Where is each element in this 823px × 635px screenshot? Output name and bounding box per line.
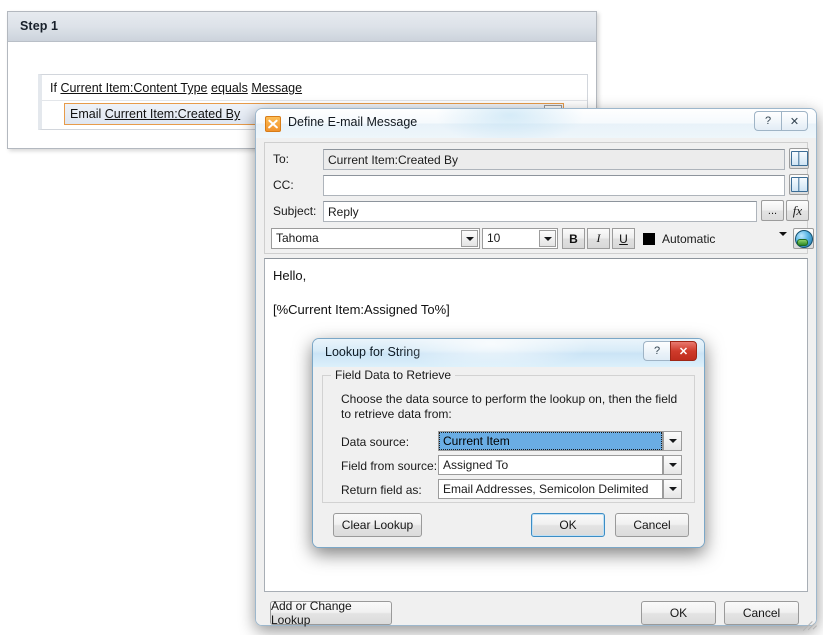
- subject-field[interactable]: Reply: [323, 201, 757, 222]
- condition-operator[interactable]: equals: [211, 81, 248, 95]
- data-source-label: Data source:: [341, 435, 410, 449]
- cc-row: CC:: [265, 173, 809, 199]
- font-family-value: Tahoma: [276, 231, 319, 245]
- condition-field[interactable]: Current Item:Content Type: [60, 81, 207, 95]
- condition-value[interactable]: Message: [251, 81, 302, 95]
- subject-browse-button[interactable]: ...: [761, 200, 784, 221]
- italic-icon: I: [596, 231, 601, 245]
- add-or-change-lookup-button[interactable]: Add or Change Lookup: [270, 599, 392, 627]
- close-icon[interactable]: ✕: [781, 111, 808, 131]
- font-family-combo[interactable]: Tahoma: [271, 228, 480, 249]
- cc-field[interactable]: [323, 175, 785, 196]
- email-header-area: To: Current Item:Created By CC: Subject:…: [264, 142, 814, 254]
- lookup-for-string-dialog: Lookup for String ? ✕ Field Data to Retr…: [312, 338, 705, 548]
- return-field-as-label: Return field as:: [341, 483, 422, 497]
- close-icon[interactable]: ✕: [670, 341, 697, 361]
- lookup-dialog-title: Lookup for String: [325, 345, 421, 359]
- underline-icon: U: [619, 231, 628, 246]
- email-ok-button[interactable]: OK: [641, 601, 716, 625]
- formatting-toolbar: Tahoma 10 B I U Automatic: [265, 227, 814, 253]
- cc-address-book-button[interactable]: [789, 174, 809, 195]
- font-size-combo[interactable]: 10: [482, 228, 558, 249]
- message-body-line-1: Hello,: [273, 268, 307, 283]
- email-dialog-titlebar[interactable]: Define E-mail Message ? ✕: [256, 109, 816, 138]
- lookup-dialog-caption-buttons: ? ✕: [643, 341, 697, 361]
- bold-button[interactable]: B: [562, 228, 585, 249]
- clear-lookup-button[interactable]: Clear Lookup: [333, 513, 422, 537]
- fx-icon: fx: [792, 202, 803, 218]
- to-row: To: Current Item:Created By: [265, 147, 809, 173]
- lookup-dialog-titlebar[interactable]: Lookup for String ? ✕: [313, 339, 704, 368]
- sharepoint-designer-icon: [265, 116, 281, 132]
- lookup-dialog-body: Field Data to Retrieve Choose the data s…: [313, 367, 704, 547]
- field-from-source-combo[interactable]: Assigned To: [438, 455, 663, 475]
- italic-button[interactable]: I: [587, 228, 610, 249]
- hyperlink-button[interactable]: [793, 228, 814, 249]
- subject-label: Subject:: [273, 204, 317, 218]
- lookup-cancel-button[interactable]: Cancel: [615, 513, 689, 537]
- field-data-to-retrieve-group: Field Data to Retrieve Choose the data s…: [322, 368, 695, 503]
- workflow-step-header: Step 1: [8, 12, 596, 42]
- lookup-ok-button[interactable]: OK: [531, 513, 605, 537]
- font-color-combo[interactable]: Automatic: [643, 228, 791, 250]
- email-dialog-title: Define E-mail Message: [288, 115, 418, 129]
- subject-formula-button[interactable]: fx: [786, 200, 809, 221]
- email-cancel-button[interactable]: Cancel: [724, 601, 799, 625]
- subject-row: Subject: Reply ... fx: [265, 199, 809, 225]
- to-field[interactable]: Current Item:Created By: [323, 149, 785, 170]
- font-size-value: 10: [487, 231, 501, 245]
- data-source-chevron-down-icon[interactable]: [663, 431, 682, 451]
- lookup-instructions: Choose the data source to perform the lo…: [341, 392, 678, 421]
- bold-icon: B: [569, 231, 578, 246]
- cc-label: CC:: [273, 178, 294, 192]
- chevron-down-icon[interactable]: [461, 230, 478, 247]
- return-field-as-chevron-down-icon[interactable]: [663, 479, 682, 499]
- step-title: Step 1: [20, 19, 59, 33]
- action-keyword: Email: [70, 107, 102, 121]
- help-icon[interactable]: ?: [754, 111, 781, 131]
- field-from-source-chevron-down-icon[interactable]: [663, 455, 682, 475]
- chevron-down-icon[interactable]: [779, 232, 787, 250]
- screen: Step 1 If Current Item:Content Type equa…: [0, 0, 823, 635]
- data-source-combo[interactable]: Current Item: [438, 431, 663, 451]
- message-body-line-2: [%Current Item:Assigned To%]: [273, 302, 450, 317]
- return-field-as-combo[interactable]: Email Addresses, Semicolon Delimited: [438, 479, 663, 499]
- to-address-book-button[interactable]: [789, 148, 809, 169]
- resize-grip[interactable]: [799, 609, 817, 631]
- underline-button[interactable]: U: [612, 228, 635, 249]
- condition-keyword: If: [50, 81, 57, 95]
- chevron-down-icon[interactable]: [539, 230, 556, 247]
- workflow-condition-row[interactable]: If Current Item:Content Type equals Mess…: [42, 75, 587, 101]
- email-dialog-caption-buttons: ? ✕: [754, 111, 808, 131]
- group-legend: Field Data to Retrieve: [331, 368, 456, 382]
- field-from-source-label: Field from source:: [341, 459, 438, 473]
- address-book-icon: [790, 151, 808, 166]
- action-target[interactable]: Current Item:Created By: [105, 107, 240, 121]
- hyperlink-globe-icon: [794, 229, 813, 248]
- help-icon[interactable]: ?: [643, 341, 670, 361]
- to-label: To:: [273, 152, 290, 166]
- font-color-label: Automatic: [662, 231, 716, 246]
- address-book-icon: [790, 177, 808, 192]
- color-swatch-icon: [643, 232, 655, 245]
